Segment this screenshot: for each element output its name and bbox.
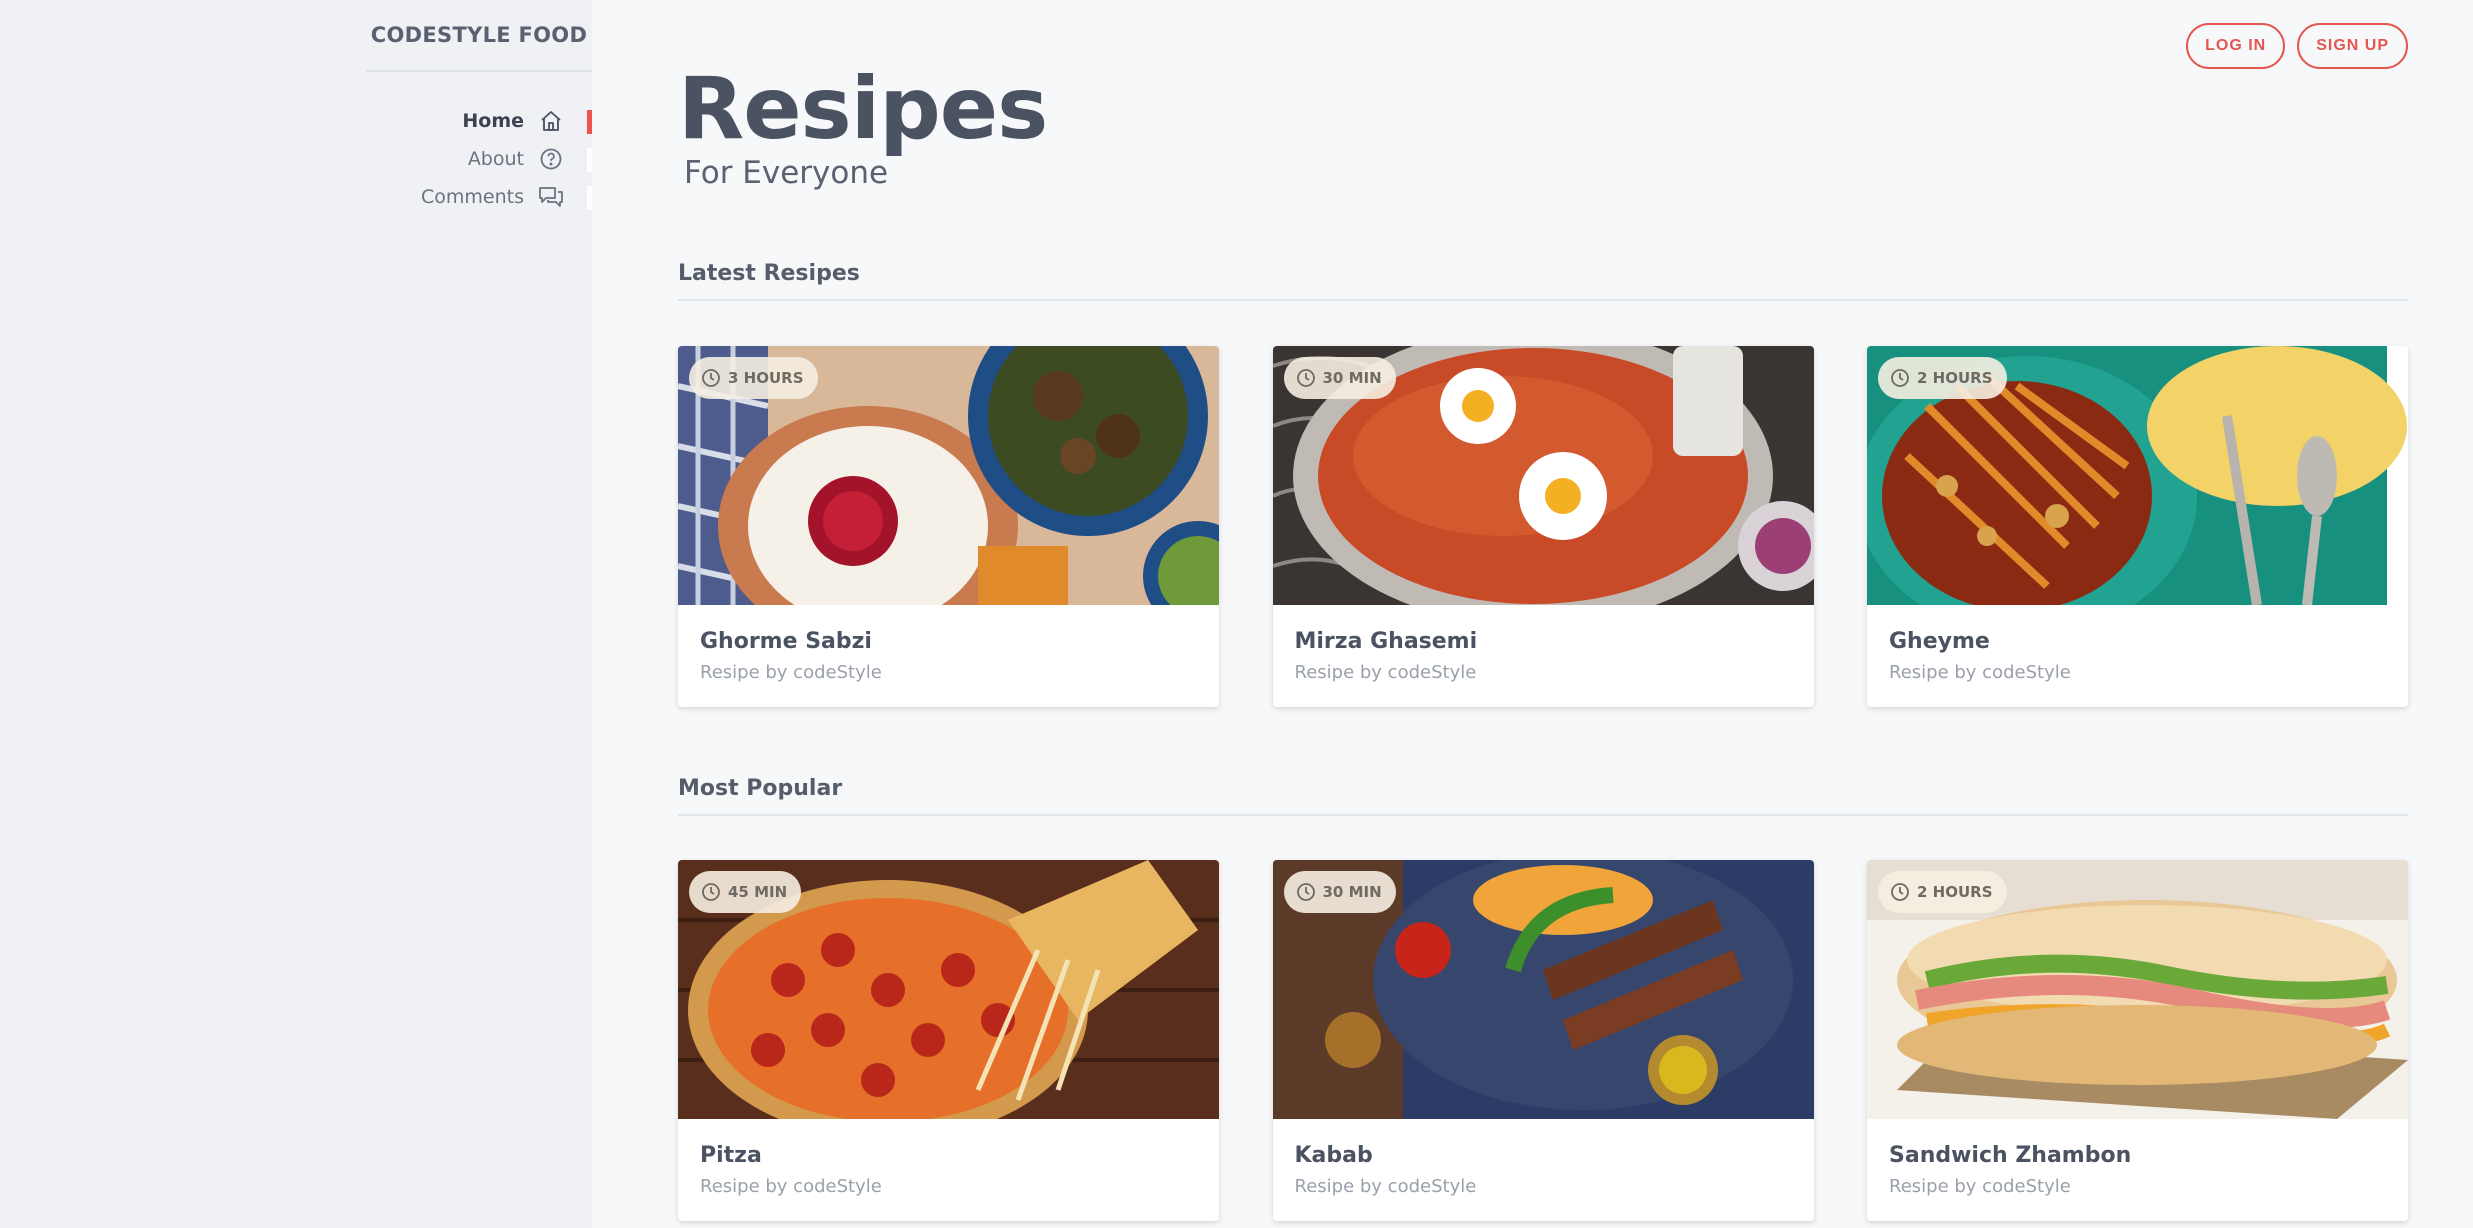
cook-time: 30 MIN [1322, 369, 1382, 387]
recipe-name: Sandwich Zhambon [1889, 1143, 2132, 1168]
recipe-name: Pitza [700, 1143, 762, 1168]
auth-buttons: LOG IN SIGN UP [2186, 23, 2408, 69]
popular-recipes-grid: 45 MIN Pitza Resipe by codeStyle 30 MIN … [678, 860, 2408, 1221]
comments-icon [538, 184, 564, 210]
brand-logo[interactable]: CODESTYLE FOOD [366, 0, 592, 72]
recipe-card[interactable]: 30 MIN Kabab Resipe by codeStyle [1272, 860, 1814, 1221]
clock-icon [1891, 369, 1909, 387]
sidebar-nav: Home About Comments [292, 102, 592, 216]
recipe-image: 45 MIN [678, 860, 1219, 1119]
recipe-author: Resipe by codeStyle [1294, 1176, 1477, 1197]
recipe-author: Resipe by codeStyle [1889, 1176, 2071, 1197]
sidebar-item-comments[interactable]: Comments [292, 178, 592, 216]
page-subtitle: For Everyone [684, 155, 889, 191]
recipe-image: 2 HOURS [1867, 860, 2408, 1119]
cook-time: 3 HOURS [728, 369, 804, 387]
latest-recipes-grid: 3 HOURS Ghorme Sabzi Resipe by codeStyle [678, 346, 2408, 707]
recipe-image: 2 HOURS [1867, 346, 2408, 605]
recipe-image: 30 MIN [1272, 860, 1814, 1119]
cook-time: 2 HOURS [1917, 369, 1993, 387]
recipe-image: 3 HOURS [678, 346, 1219, 605]
recipe-card[interactable]: 30 MIN Mirza Ghasemi Resipe by codeStyle [1272, 346, 1814, 707]
clock-icon [702, 883, 720, 901]
sidebar: CODESTYLE FOOD Home About Comments [0, 0, 592, 1228]
section-divider [678, 299, 2408, 301]
recipe-author: Resipe by codeStyle [700, 662, 882, 683]
section-title-latest: Latest Resipes [678, 261, 860, 286]
clock-icon [1296, 883, 1315, 901]
cook-time-badge: 2 HOURS [1878, 871, 2007, 913]
cook-time-badge: 30 MIN [1283, 357, 1396, 399]
cook-time-badge: 2 HOURS [1878, 357, 2007, 399]
cook-time: 45 MIN [728, 883, 788, 901]
main-content: LOG IN SIGN UP Resipes For Everyone Late… [592, 0, 2473, 1228]
question-icon [538, 146, 564, 172]
recipe-card[interactable]: 45 MIN Pitza Resipe by codeStyle [678, 860, 1219, 1221]
cook-time: 2 HOURS [1917, 883, 1993, 901]
recipe-name: Kabab [1294, 1143, 1373, 1168]
clock-icon [1296, 369, 1315, 387]
cook-time-badge: 45 MIN [689, 871, 802, 913]
page-title: Resipes [678, 59, 1048, 159]
sidebar-item-home[interactable]: Home [292, 102, 592, 140]
login-button[interactable]: LOG IN [2186, 23, 2286, 69]
sidebar-item-label: Comments [421, 186, 524, 208]
recipe-card[interactable]: 2 HOURS Sandwich Zhambon Resipe by codeS… [1867, 860, 2408, 1221]
cook-time-badge: 3 HOURS [689, 357, 818, 399]
section-divider [678, 814, 2408, 816]
recipe-author: Resipe by codeStyle [1889, 662, 2071, 683]
sidebar-item-label: About [467, 148, 524, 170]
recipe-name: Ghorme Sabzi [700, 629, 872, 654]
recipe-author: Resipe by codeStyle [1294, 662, 1477, 683]
clock-icon [702, 369, 720, 387]
section-title-popular: Most Popular [678, 776, 843, 801]
home-icon [538, 108, 564, 134]
recipe-card[interactable]: 3 HOURS Ghorme Sabzi Resipe by codeStyle [678, 346, 1219, 707]
signup-button[interactable]: SIGN UP [2297, 23, 2408, 69]
cook-time: 30 MIN [1322, 883, 1382, 901]
recipe-image: 30 MIN [1272, 346, 1814, 605]
recipe-name: Mirza Ghasemi [1294, 629, 1478, 654]
recipe-name: Gheyme [1889, 629, 1990, 654]
recipe-author: Resipe by codeStyle [700, 1176, 882, 1197]
clock-icon [1891, 883, 1909, 901]
recipe-card[interactable]: 2 HOURS Gheyme Resipe by codeStyle [1867, 346, 2408, 707]
cook-time-badge: 30 MIN [1283, 871, 1396, 913]
sidebar-item-label: Home [462, 110, 524, 132]
sidebar-item-about[interactable]: About [292, 140, 592, 178]
